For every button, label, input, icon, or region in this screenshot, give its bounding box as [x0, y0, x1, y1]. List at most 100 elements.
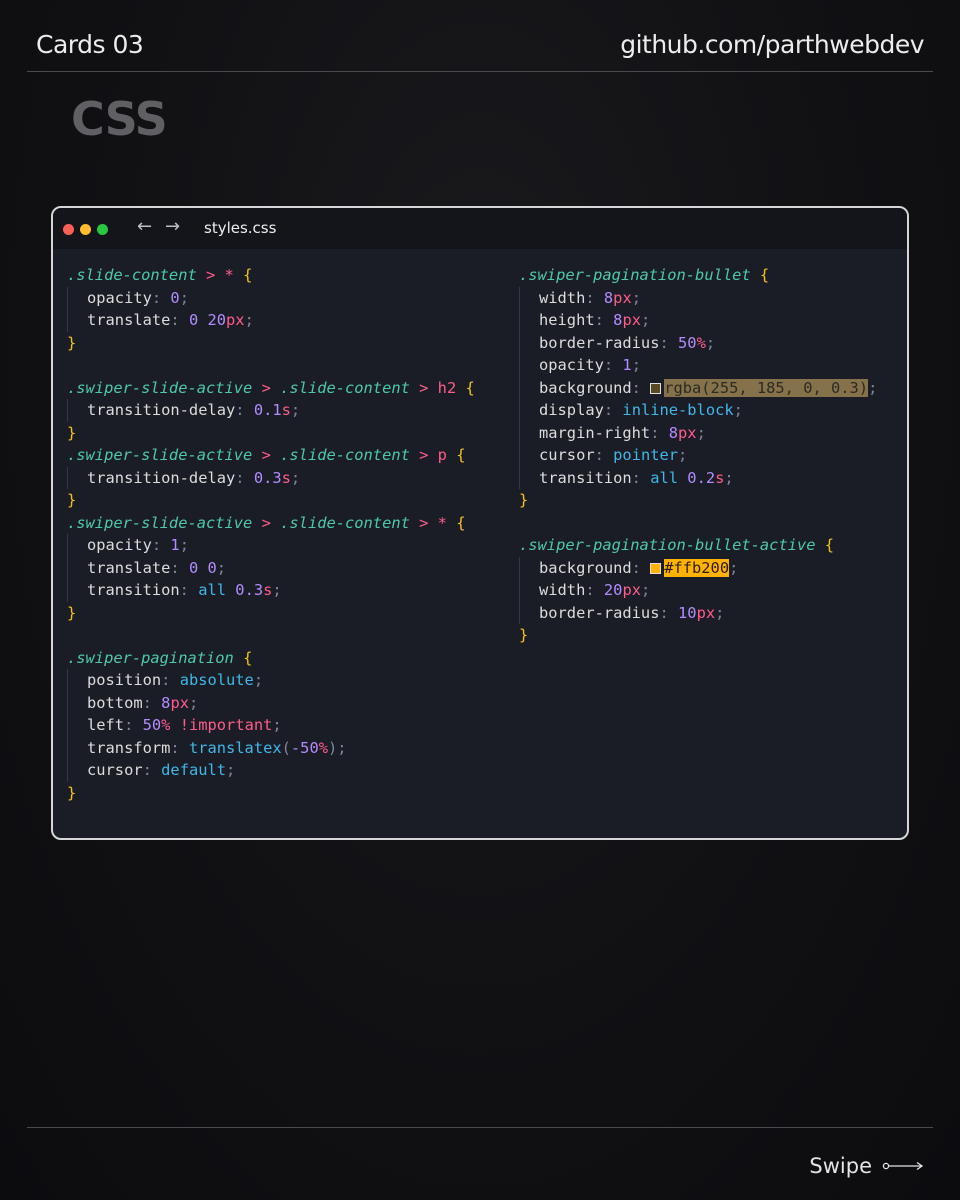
code-token: cursor	[87, 761, 143, 779]
code-token: all	[650, 468, 679, 487]
code-token: ;	[678, 446, 688, 464]
code-token: > p	[409, 446, 457, 464]
code-token: }	[67, 603, 77, 622]
code-token: :	[650, 423, 669, 442]
code-line: position: absolute;	[67, 669, 475, 692]
code-token: px	[613, 288, 632, 307]
indent-guide	[519, 376, 539, 399]
code-token: px	[226, 311, 245, 329]
code-line: .slide-content > * {	[67, 264, 475, 287]
code-token: 1	[170, 536, 180, 554]
indent-guide	[67, 714, 87, 737]
code-token: ;	[715, 603, 725, 622]
top-bar: Cards 03 github.com/parthwebdev	[27, 0, 933, 72]
code-token: background	[539, 558, 632, 577]
code-token: ;	[290, 401, 301, 419]
code-token: :	[151, 288, 171, 307]
code-token: 50	[678, 333, 697, 352]
code-token: {	[243, 648, 253, 667]
code-line: width: 20px;	[519, 579, 877, 602]
code-token: {	[243, 266, 253, 284]
indent-guide	[67, 534, 87, 557]
code-token: translate	[87, 558, 171, 577]
code-token: .slide-content	[67, 266, 197, 284]
indent-guide	[67, 579, 87, 602]
indent-guide	[519, 579, 539, 602]
indent-guide	[67, 736, 87, 759]
code-line: cursor: pointer;	[519, 444, 877, 467]
back-arrow-icon[interactable]: ←	[137, 216, 152, 237]
code-token: translatex	[188, 738, 282, 757]
code-line: border-radius: 50%;	[519, 331, 877, 354]
code-token: transform	[87, 738, 171, 757]
code-token: {	[759, 266, 770, 284]
code-line: margin-right: 8px;	[519, 421, 877, 444]
code-token: .swiper-slide-active	[67, 378, 253, 397]
indent-guide	[67, 286, 87, 309]
code-token: opacity	[87, 288, 152, 307]
code-line: transition: all 0.3s;	[67, 579, 475, 602]
code-token: 0.3	[253, 468, 282, 487]
code-line: .swiper-slide-active > .slide-content > …	[67, 377, 475, 400]
code-token: bottom	[87, 693, 143, 712]
code-line: opacity: 0;	[67, 286, 475, 309]
code-token: px	[678, 423, 697, 442]
code-token: 0.2	[678, 468, 716, 487]
indent-guide	[519, 354, 539, 377]
code-token: .swiper-pagination	[67, 648, 244, 667]
forward-arrow-icon[interactable]: →	[165, 216, 180, 237]
code-token: ;	[705, 333, 716, 352]
code-token: :	[124, 716, 143, 734]
editor-title-bar: ← → styles.css	[53, 208, 907, 249]
author-github-link[interactable]: github.com/parthwebdev	[620, 30, 924, 59]
code-token: pointer	[613, 446, 679, 464]
code-token: margin-right	[539, 423, 651, 442]
indent-guide	[519, 421, 539, 444]
code-token: 0.1	[253, 401, 282, 419]
code-token: opacity	[539, 356, 604, 374]
code-token: (	[281, 738, 291, 757]
code-token: ;	[733, 401, 743, 419]
code-token: :	[594, 311, 614, 329]
code-token: }	[519, 491, 529, 509]
code-token: px	[696, 603, 716, 622]
code-token: -50	[290, 738, 319, 757]
footer-divider	[27, 1127, 933, 1128]
swipe-arrow-icon[interactable]	[882, 1158, 924, 1174]
code-token: .slide-content	[280, 446, 410, 464]
code-token: px	[622, 581, 641, 599]
code-token: {	[456, 513, 466, 532]
code-token: ;	[640, 581, 651, 599]
code-line: height: 8px;	[519, 309, 877, 332]
code-token: {	[456, 446, 466, 464]
code-token: 0 0	[188, 558, 217, 577]
code-token: :	[594, 446, 614, 464]
color-swatch-icon	[650, 562, 662, 574]
code-line: }	[67, 782, 475, 805]
code-token: :	[170, 311, 189, 329]
code-token: 20	[603, 581, 623, 599]
indent-guide	[67, 399, 87, 422]
code-token: > *	[409, 513, 457, 532]
indent-guide	[519, 444, 539, 467]
minimize-window-dot-icon[interactable]	[80, 224, 91, 235]
code-token: #ffb200	[664, 558, 730, 577]
code-token: ;	[290, 468, 301, 487]
series-title: Cards 03	[36, 30, 144, 59]
code-line: left: 50% !important;	[67, 714, 475, 737]
code-token: ;	[244, 311, 254, 329]
code-token: }	[67, 783, 77, 802]
code-token: position	[87, 671, 162, 689]
code-token: %	[696, 333, 706, 352]
code-line: }	[67, 602, 475, 625]
code-token: :	[631, 468, 651, 487]
indent-guide	[519, 601, 539, 624]
maximize-window-dot-icon[interactable]	[97, 224, 108, 235]
code-token: width	[539, 581, 586, 599]
code-line: display: inline-block;	[519, 399, 877, 422]
swipe-label[interactable]: Swipe	[809, 1154, 872, 1178]
file-name-tab[interactable]: styles.css	[204, 219, 276, 237]
code-token: .swiper-slide-active	[67, 446, 253, 464]
close-window-dot-icon[interactable]	[63, 224, 74, 235]
